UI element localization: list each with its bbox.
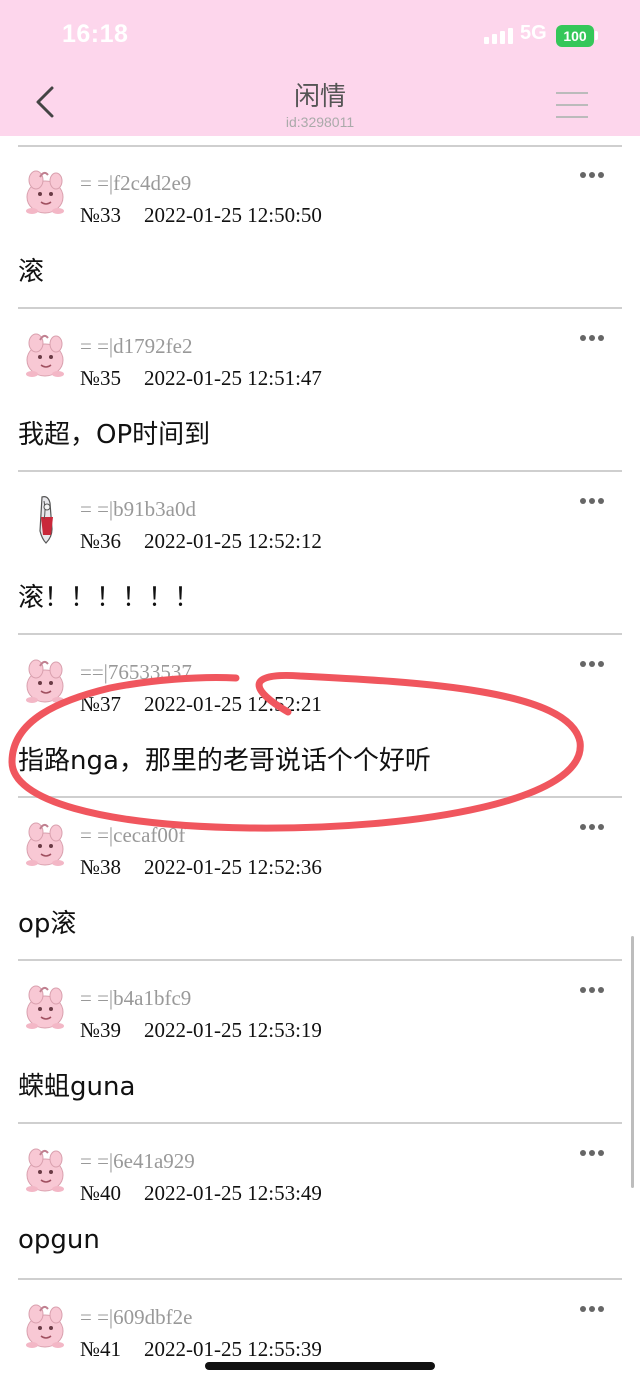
divider (18, 1122, 622, 1124)
floor-number: №36 (80, 529, 122, 553)
post-content: 我超，OP时间到 (18, 420, 211, 450)
more-horizontal-icon (580, 1150, 586, 1156)
post-author[interactable]: ==|76533537 (80, 660, 192, 685)
more-button[interactable] (578, 1147, 606, 1159)
post-item[interactable]: = =|b91b3a0d №36 2022-01-25 12:52:12 滚！！！… (0, 473, 640, 635)
divider (18, 959, 622, 961)
avatar[interactable] (20, 330, 70, 382)
divider (18, 470, 622, 472)
more-horizontal-icon (580, 987, 586, 993)
post-content: 蝾蛆guna (18, 1072, 136, 1102)
post-time: 2022-01-25 12:53:19 (144, 1018, 322, 1042)
home-indicator[interactable] (205, 1362, 435, 1370)
battery-tip (595, 31, 598, 40)
post-meta: №36 2022-01-25 12:52:12 (80, 529, 322, 554)
menu-button[interactable] (556, 92, 588, 118)
floor-number: №33 (80, 203, 122, 227)
page-title: 闲情 (293, 82, 346, 112)
hamburger-menu-icon (556, 92, 588, 94)
post-content: op滚 (18, 909, 77, 939)
more-horizontal-icon (580, 1306, 586, 1312)
more-horizontal-icon (580, 172, 586, 178)
more-button[interactable] (578, 495, 606, 507)
post-item[interactable]: = =|d1792fe2 №35 2022-01-25 12:51:47 我超，O… (0, 310, 640, 472)
post-meta: №38 2022-01-25 12:52:36 (80, 855, 322, 880)
thread-id: id:3298011 (285, 114, 355, 130)
more-horizontal-icon (580, 824, 586, 830)
post-meta: №33 2022-01-25 12:50:50 (80, 203, 322, 228)
post-author[interactable]: = =|b91b3a0d (80, 497, 196, 522)
post-time: 2022-01-25 12:50:50 (144, 203, 322, 227)
avatar[interactable] (20, 656, 70, 708)
post-meta: №39 2022-01-25 12:53:19 (80, 1018, 322, 1043)
divider (18, 796, 622, 798)
post-author[interactable]: = =|609dbf2e (80, 1305, 192, 1330)
avatar[interactable] (20, 819, 70, 871)
post-time: 2022-01-25 12:52:36 (144, 855, 322, 879)
post-item[interactable]: ==|76533537 №37 2022-01-25 12:52:21 指路nga… (0, 636, 640, 798)
avatar[interactable] (20, 493, 70, 545)
header-bar: 16:18 5G 100 闲情 id:3298011 (0, 0, 640, 136)
post-content: opgun (18, 1225, 100, 1255)
post-item[interactable]: = =|6e41a929 №40 2022-01-25 12:53:49 opgu… (0, 1125, 640, 1280)
more-button[interactable] (578, 658, 606, 670)
post-content: 滚！！！！！！ (18, 583, 201, 613)
post-author[interactable]: = =|6e41a929 (80, 1149, 195, 1174)
scrollbar[interactable] (631, 936, 634, 1188)
post-item[interactable]: = =|cecaf00f №38 2022-01-25 12:52:36 op滚 (0, 799, 640, 961)
more-horizontal-icon (580, 498, 586, 504)
post-author[interactable]: = =|d1792fe2 (80, 334, 192, 359)
post-author[interactable]: = =|cecaf00f (80, 823, 185, 848)
floor-number: №39 (80, 1018, 122, 1042)
post-author[interactable]: = =|f2c4d2e9 (80, 171, 191, 196)
post-time: 2022-01-25 12:52:21 (144, 692, 322, 716)
status-time: 16:18 (62, 20, 129, 48)
post-content: 滚 (18, 257, 45, 287)
post-time: 2022-01-25 12:55:39 (144, 1337, 322, 1361)
floor-number: №41 (80, 1337, 122, 1361)
post-item[interactable]: = =|f2c4d2e9 №33 2022-01-25 12:50:50 滚 (0, 147, 640, 309)
floor-number: №37 (80, 692, 122, 716)
more-horizontal-icon (580, 335, 586, 341)
more-button[interactable] (578, 984, 606, 996)
post-meta: №40 2022-01-25 12:53:49 (80, 1181, 322, 1206)
post-item[interactable]: = =|b4a1bfc9 №39 2022-01-25 12:53:19 蝾蛆gu… (0, 962, 640, 1124)
floor-number: №40 (80, 1181, 122, 1205)
post-time: 2022-01-25 12:53:49 (144, 1181, 322, 1205)
network-type: 5G (520, 22, 547, 44)
signal-strength-icon (484, 28, 513, 44)
more-button[interactable] (578, 1303, 606, 1315)
post-meta: №41 2022-01-25 12:55:39 (80, 1337, 322, 1362)
divider (18, 633, 622, 635)
post-author[interactable]: = =|b4a1bfc9 (80, 986, 191, 1011)
more-button[interactable] (578, 821, 606, 833)
avatar[interactable] (20, 1301, 70, 1353)
more-button[interactable] (578, 169, 606, 181)
avatar[interactable] (20, 982, 70, 1034)
more-button[interactable] (578, 332, 606, 344)
post-content: 指路nga，那里的老哥说话个个好听 (18, 746, 431, 776)
floor-number: №35 (80, 366, 122, 390)
divider (18, 1278, 622, 1280)
avatar[interactable] (20, 1145, 70, 1197)
post-meta: №35 2022-01-25 12:51:47 (80, 366, 322, 391)
post-time: 2022-01-25 12:51:47 (144, 366, 322, 390)
more-horizontal-icon (580, 661, 586, 667)
post-time: 2022-01-25 12:52:12 (144, 529, 322, 553)
divider (18, 307, 622, 309)
avatar[interactable] (20, 167, 70, 219)
battery-icon: 100 (556, 25, 594, 47)
post-meta: №37 2022-01-25 12:52:21 (80, 692, 322, 717)
floor-number: №38 (80, 855, 122, 879)
